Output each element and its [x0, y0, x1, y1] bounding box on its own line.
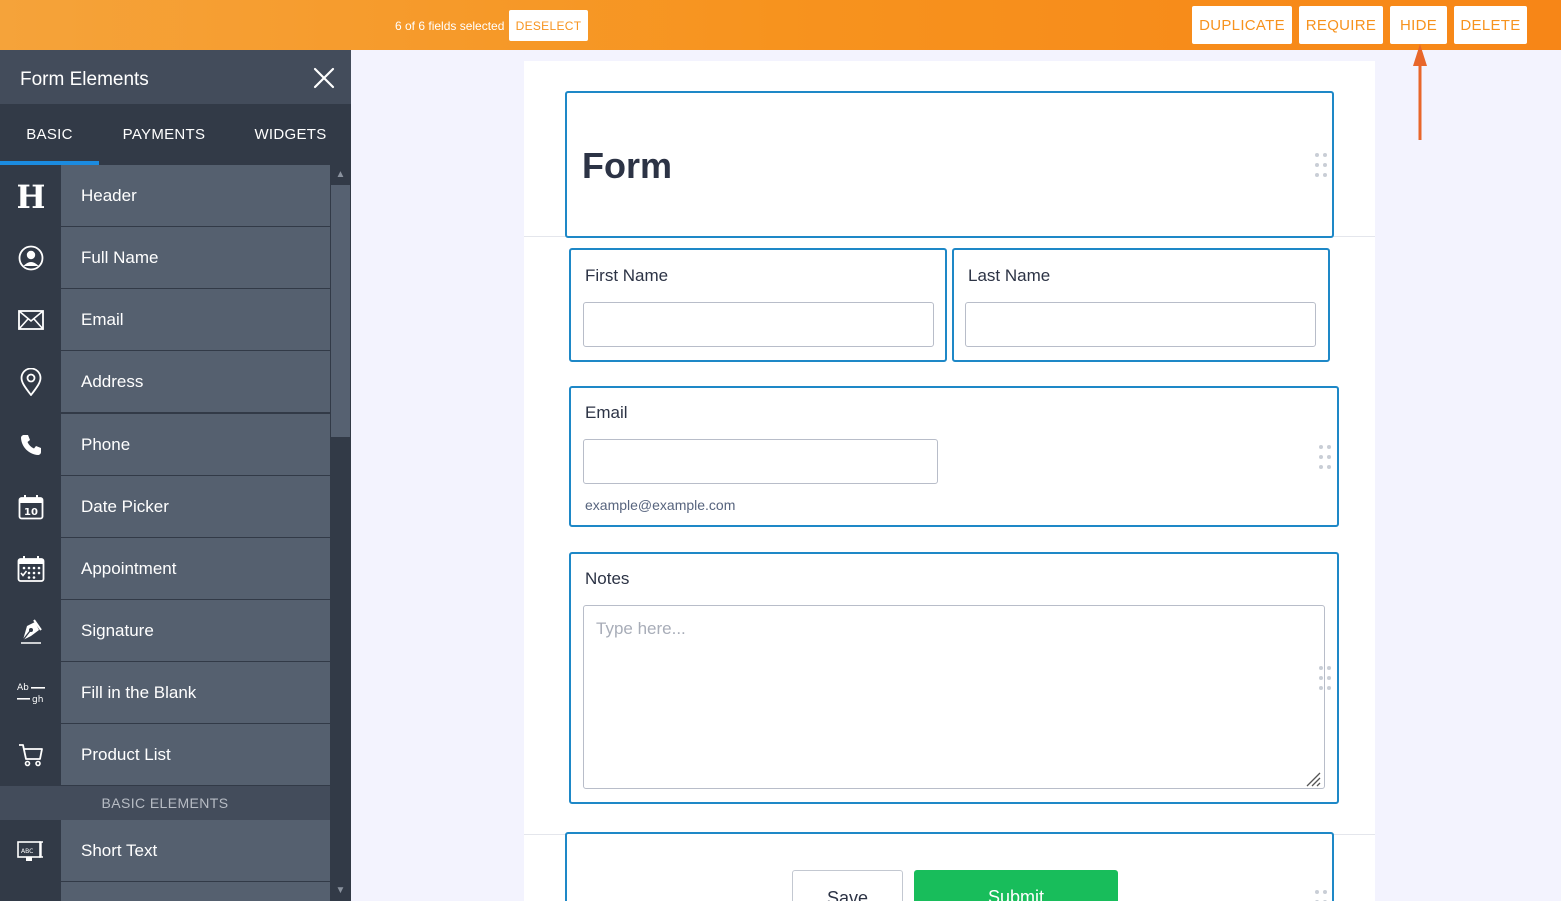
scroll-up-icon[interactable]: ▲ [330, 166, 351, 184]
close-icon[interactable] [312, 66, 336, 90]
delete-button[interactable]: DELETE [1454, 6, 1527, 44]
element-label: Header [81, 186, 137, 205]
form-title: Form [582, 145, 672, 186]
element-label: Email [81, 310, 124, 329]
first-name-label: First Name [585, 266, 669, 285]
require-button[interactable]: REQUIRE [1299, 6, 1383, 44]
notes-label: Notes [585, 569, 630, 588]
phone-icon [0, 414, 61, 475]
fill-blank-icon: Ab gh [0, 662, 61, 723]
element-item-next[interactable] [0, 882, 330, 901]
element-item-date-picker[interactable]: 10 Date Picker [0, 476, 330, 537]
notes-placeholder: Type here... [596, 619, 686, 638]
svg-text:ABC: ABC [21, 848, 33, 855]
element-label: Signature [81, 621, 154, 640]
section-header-basic-elements: BASIC ELEMENTS [0, 786, 330, 820]
element-item-header[interactable]: H Header [0, 165, 330, 226]
tab-payments[interactable]: PAYMENTS [107, 104, 221, 165]
element-item-signature[interactable]: Signature [0, 600, 330, 661]
user-icon [0, 227, 61, 288]
short-text-icon: ABC [0, 820, 61, 881]
scroll-thumb[interactable] [331, 185, 350, 437]
item-icon-slot [0, 882, 61, 901]
hide-button[interactable]: HIDE [1390, 6, 1447, 44]
submit-button[interactable]: Submit [914, 870, 1118, 901]
selection-count: 6 of 6 fields selected [395, 19, 505, 33]
element-label: Product List [81, 745, 171, 764]
element-label: Full Name [81, 248, 159, 267]
panel-header: Form Elements [0, 50, 351, 104]
last-name-label: Last Name [968, 266, 1051, 285]
element-item-address[interactable]: Address [0, 351, 330, 412]
svg-text:Ab: Ab [17, 683, 29, 693]
element-label: Address [81, 372, 144, 391]
cart-icon [0, 724, 61, 785]
svg-text:10: 10 [24, 507, 38, 518]
resize-handle-icon[interactable] [1303, 771, 1321, 787]
appointment-calendar-icon [0, 538, 61, 599]
drag-handle-icon[interactable] [1319, 665, 1331, 691]
panel-tabs: BASIC PAYMENTS WIDGETS [0, 104, 351, 165]
envelope-icon [0, 289, 61, 350]
panel-scrollbar[interactable]: ▲ ▼ [330, 165, 351, 901]
form-elements-panel: Form Elements BASIC PAYMENTS WIDGETS H H… [0, 50, 351, 901]
last-name-input[interactable] [965, 302, 1316, 347]
element-item-email[interactable]: Email [0, 289, 330, 350]
pen-icon [0, 600, 61, 661]
drag-handle-icon[interactable] [1315, 889, 1327, 901]
element-item-product-list[interactable]: Product List [0, 724, 330, 785]
pointer-arrow-icon [1413, 44, 1427, 140]
element-item-fill-in-the-blank[interactable]: Ab gh Fill in the Blank [0, 662, 330, 723]
element-label: Phone [81, 435, 131, 454]
form-header-field[interactable] [565, 91, 1334, 238]
panel-title: Form Elements [20, 69, 149, 90]
element-item-appointment[interactable]: Appointment [0, 538, 330, 599]
header-icon: H [0, 165, 61, 226]
deselect-button[interactable]: DESELECT [509, 10, 588, 41]
map-pin-icon [0, 351, 61, 412]
tab-basic[interactable]: BASIC [0, 104, 99, 165]
duplicate-button[interactable]: DUPLICATE [1192, 6, 1292, 44]
element-label: Date Picker [81, 497, 169, 516]
tab-widgets[interactable]: WIDGETS [240, 104, 341, 165]
svg-text:H: H [18, 181, 44, 211]
selection-toolbar: 6 of 6 fields selected DESELECT DUPLICAT… [0, 0, 1561, 50]
svg-text:gh: gh [32, 695, 43, 705]
scroll-down-icon[interactable]: ▼ [330, 882, 351, 900]
save-button[interactable]: Save [792, 870, 903, 901]
first-name-input[interactable] [583, 302, 934, 347]
notes-textarea[interactable] [583, 605, 1325, 789]
elements-list: H Header Full Name Email Address Phone 1… [0, 165, 330, 901]
element-item-short-text[interactable]: ABC Short Text [0, 820, 330, 881]
element-label: Fill in the Blank [81, 683, 197, 702]
drag-handle-icon[interactable] [1319, 444, 1331, 470]
email-sublabel: example@example.com [585, 497, 736, 513]
email-label: Email [585, 403, 628, 422]
drag-handle-icon[interactable] [1315, 152, 1327, 178]
element-item-full-name[interactable]: Full Name [0, 227, 330, 288]
item-label-slot [61, 882, 330, 901]
element-label: Short Text [81, 841, 158, 860]
element-label: Appointment [81, 559, 177, 578]
element-item-phone[interactable]: Phone [0, 414, 330, 475]
calendar-icon: 10 [0, 476, 61, 537]
email-input[interactable] [583, 439, 938, 484]
